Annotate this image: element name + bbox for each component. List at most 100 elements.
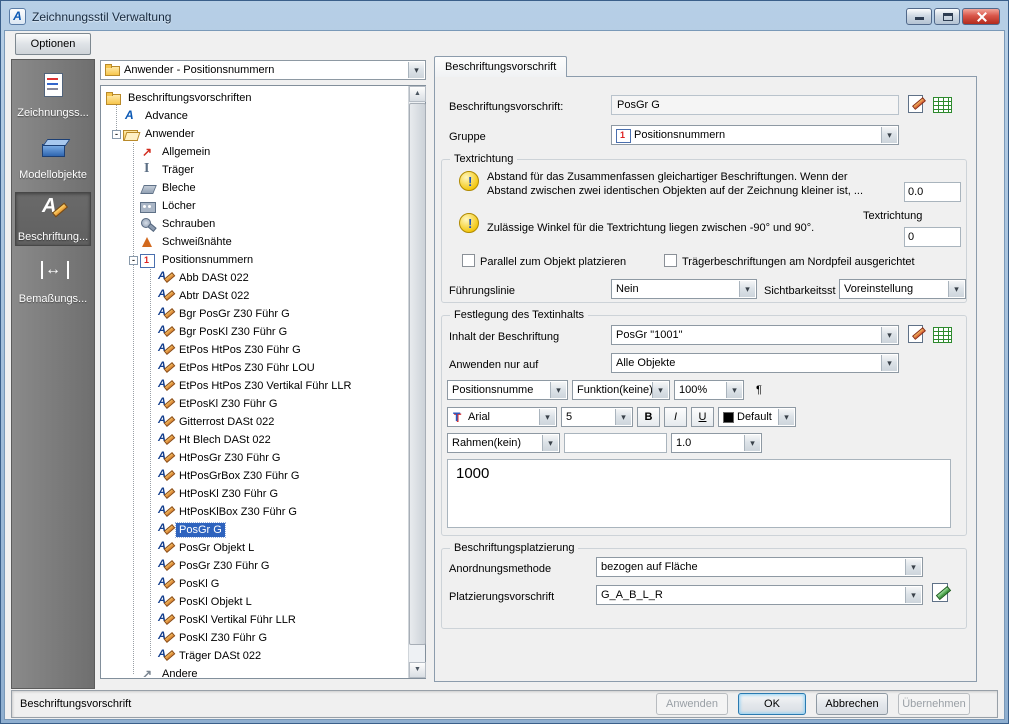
sichtbarkeit-combobox[interactable]: Voreinstellung [839,279,966,299]
tree-item[interactable]: Ht Blech DASt 022 [102,431,407,449]
tree-item[interactable]: PosGr Z30 Führ G [102,557,407,575]
gruppe-combobox[interactable]: Positionsnummern [611,125,899,145]
tree-item[interactable]: EtPos HtPos Z30 Führ G [102,341,407,359]
rahmen-input[interactable] [564,433,667,453]
rahmen-combobox[interactable]: Rahmen(kein) [447,433,560,453]
chevron-down-icon[interactable] [948,281,964,297]
chevron-down-icon[interactable] [652,382,668,398]
table-green-icon[interactable] [931,323,953,345]
sheet-pencil-icon[interactable] [905,323,927,345]
anwenden-combobox[interactable]: Alle Objekte [611,353,899,373]
chevron-down-icon[interactable] [408,62,424,78]
up-icon[interactable] [495,34,517,56]
tree-item[interactable]: Träger DASt 022 [102,647,407,665]
tree-item[interactable]: EtPos HtPos Z30 Vertikal Führ LLR [102,377,407,395]
parallel-checkbox[interactable] [462,254,475,267]
expander-icon[interactable] [129,255,138,265]
tree-item[interactable]: PosKl Z30 Führ G [102,629,407,647]
font-size-combobox[interactable]: 5 [561,407,633,427]
tree-item[interactable]: Bgr PosKl Z30 Führ G [102,323,407,341]
table-green-icon[interactable] [931,93,953,115]
paste-icon[interactable] [195,34,217,56]
delete-icon[interactable] [219,34,241,56]
chevron-down-icon[interactable] [905,559,921,575]
ok-button[interactable]: OK [738,693,806,715]
tree-item[interactable]: Gitterrost DASt 022 [102,413,407,431]
uebernehmen-button[interactable]: Übernehmen [898,693,970,715]
check-document-icon[interactable] [99,34,121,56]
tab-beschriftungsvorschrift[interactable]: Beschriftungsvorschrift [434,56,568,77]
scroll-down-icon[interactable] [409,662,426,678]
scrollbar-thumb[interactable] [409,103,426,645]
tree-item[interactable]: PosKl Vertikal Führ LLR [102,611,407,629]
tree-item[interactable]: EtPos HtPos Z30 Führ LOU [102,359,407,377]
tree-item[interactable]: Allgemein [102,143,407,161]
tree-item[interactable]: PosKl Objekt L [102,593,407,611]
bold-button[interactable]: B [637,407,660,427]
options-button[interactable]: Optionen [15,33,91,55]
tree-item[interactable]: Träger [102,161,407,179]
export-style-icon[interactable] [267,34,289,56]
tree-item[interactable]: Schweißnähte [102,233,407,251]
edit-document-icon[interactable] [123,34,145,56]
chevron-down-icon[interactable] [550,382,566,398]
maximize-button[interactable] [934,8,960,25]
sheet-pencil-icon[interactable] [905,93,927,115]
chevron-down-icon[interactable] [744,435,760,451]
chevron-down-icon[interactable] [726,382,742,398]
style-category-combobox[interactable]: Anwender - Positionsnummern [100,60,426,80]
chevron-down-icon[interactable] [905,587,921,603]
minimize-button[interactable] [906,8,932,25]
textrichtung-input[interactable] [904,227,961,247]
tree-item[interactable]: Positionsnummern [102,251,407,269]
tree-item[interactable]: Bleche [102,179,407,197]
anordnung-combobox[interactable]: bezogen auf Fläche [596,557,923,577]
tree-item[interactable]: HtPosKlBox Z30 Führ G [102,503,407,521]
chevron-down-icon[interactable] [881,127,897,143]
tree-item[interactable]: PosGr Objekt L [102,539,407,557]
scroll-up-icon[interactable] [409,86,426,102]
chevron-down-icon[interactable] [881,327,897,343]
text-preview[interactable]: 1000 [447,459,951,528]
preview-icon[interactable] [291,34,313,56]
zoom-combobox[interactable]: 100% [674,380,744,400]
fuehrungslinie-combobox[interactable]: Nein [611,279,757,299]
tree-item[interactable]: Schrauben [102,215,407,233]
tree-item[interactable]: Anwender [102,125,407,143]
tree-item[interactable]: PosGr G [102,521,407,539]
tree-item[interactable]: Advance [102,107,407,125]
tree-item[interactable]: PosKl G [102,575,407,593]
tree-item[interactable]: Andere [102,665,407,677]
tree-item[interactable]: Löcher [102,197,407,215]
sidebar-item-beschriftung[interactable]: Beschriftung... [15,192,91,246]
back-icon[interactable] [437,34,459,56]
chevron-down-icon[interactable] [778,409,794,425]
tree-item[interactable]: Abb DASt 022 [102,269,407,287]
abbrechen-button[interactable]: Abbrechen [816,693,888,715]
tree-scrollbar[interactable] [408,86,426,678]
style-name-field[interactable]: PosGr G [611,95,899,115]
color-combobox[interactable]: Default [718,407,796,427]
tree-item[interactable]: Bgr PosGr Z30 Führ G [102,305,407,323]
underline-button[interactable]: U [691,407,714,427]
sidebar-item-zeichnungsstile[interactable]: Zeichnungss... [15,68,91,122]
expander-icon[interactable] [112,129,121,139]
funktion-combobox[interactable]: Funktion(keine) [572,380,670,400]
anwenden-button[interactable]: Anwenden [656,693,728,715]
italic-button[interactable]: I [664,407,687,427]
tree-item[interactable]: HtPosGrBox Z30 Führ G [102,467,407,485]
chevron-down-icon[interactable] [542,435,558,451]
tree-item[interactable]: HtPosKl Z30 Führ G [102,485,407,503]
tree-item[interactable]: Abtr DASt 022 [102,287,407,305]
tree-item[interactable]: EtPosKl Z30 Führ G [102,395,407,413]
import-style-icon[interactable] [243,34,265,56]
tree-item[interactable]: HtPosGr Z30 Führ G [102,449,407,467]
distance-input[interactable] [904,182,961,202]
titlebar[interactable]: A Zeichnungsstil Verwaltung [5,4,1004,29]
pilcrow-button[interactable]: ¶ [748,380,770,400]
line-weight-combobox[interactable]: 1.0 [671,433,762,453]
sidebar-item-modellobjekte[interactable]: Modellobjekte [15,130,91,184]
help-icon[interactable] [315,34,337,56]
chevron-down-icon[interactable] [615,409,631,425]
new-document-icon[interactable] [147,34,169,56]
